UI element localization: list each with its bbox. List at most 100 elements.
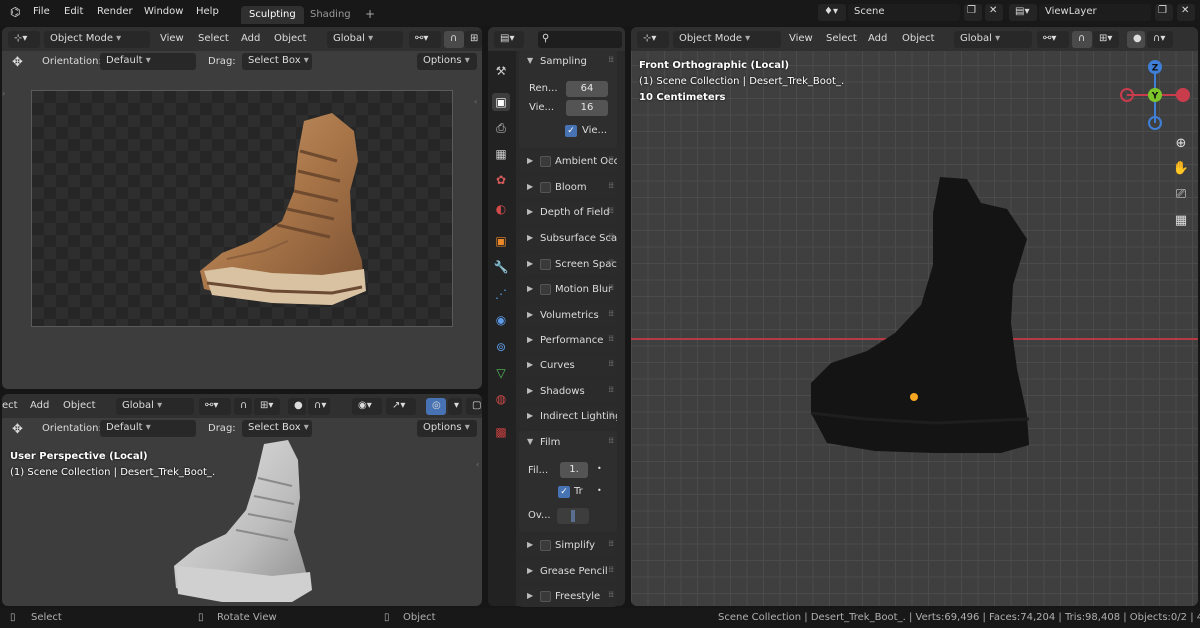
panel-checkbox[interactable]: [540, 591, 551, 602]
panel-row[interactable]: ▶ Simplify ⁞⁞⁞: [519, 535, 617, 556]
origin-point[interactable]: [910, 393, 918, 401]
grip-icon[interactable]: ⁞⁞⁞: [608, 385, 614, 394]
panel-row[interactable]: ▶ Screen Space ⁞⁞⁞: [519, 254, 617, 275]
panel-row[interactable]: ▶ Bloom ⁞⁞⁞: [519, 177, 617, 198]
constraints-tab-icon[interactable]: ⊚: [492, 338, 510, 356]
tab-sculpting[interactable]: Sculpting: [241, 6, 304, 24]
menu-object[interactable]: Object: [63, 400, 96, 411]
chevron-right-icon[interactable]: ▶: [527, 233, 533, 242]
mode-dropdown[interactable]: Object Mode: [673, 31, 781, 48]
chevron-right-icon[interactable]: ▶: [527, 360, 533, 369]
drag-dropdown[interactable]: Select Box: [242, 53, 312, 70]
sidebar-expand-icon[interactable]: ‹: [474, 97, 477, 106]
pivot-icon[interactable]: ⚯▾: [409, 31, 441, 48]
panel-row[interactable]: ▶ Performance ⁞⁞⁞: [519, 330, 617, 351]
physics-tab-icon[interactable]: ◉: [492, 311, 510, 329]
viewport-samples-field[interactable]: 16: [566, 100, 608, 116]
chevron-down-icon[interactable]: ▼: [527, 437, 533, 446]
view-layer-field[interactable]: ViewLayer: [1039, 4, 1151, 21]
new-scene-icon[interactable]: ❐: [964, 4, 982, 21]
grip-icon[interactable]: ⁞⁞⁞: [608, 55, 614, 64]
panel-checkbox[interactable]: [540, 540, 551, 551]
chevron-right-icon[interactable]: ▶: [527, 284, 533, 293]
film-transparent-checkbox[interactable]: ✓: [558, 486, 570, 498]
panel-row[interactable]: ▶ Freestyle ⁞⁞⁞: [519, 586, 617, 607]
snap-target-icon[interactable]: ⊞▾: [254, 398, 280, 415]
chevron-right-icon[interactable]: ▶: [527, 540, 533, 549]
grip-icon[interactable]: ⁞⁞⁞: [608, 565, 614, 574]
grip-icon[interactable]: ⁞⁞⁞: [608, 590, 614, 599]
data-tab-icon[interactable]: ▽: [492, 364, 510, 382]
panel-checkbox[interactable]: [540, 259, 551, 270]
grip-icon[interactable]: ⁞⁞⁞: [608, 283, 614, 292]
panel-film-label[interactable]: Film: [540, 437, 560, 448]
falloff-icon[interactable]: ∩▾: [1147, 31, 1173, 48]
options-dropdown[interactable]: Options: [417, 53, 477, 70]
panel-row[interactable]: ▶ Motion Blur ⁞⁞⁞: [519, 279, 617, 300]
snap-icon[interactable]: ∩: [444, 31, 464, 48]
image-canvas[interactable]: [31, 90, 453, 327]
visibility-icon[interactable]: ◉▾: [352, 398, 382, 415]
options-dropdown[interactable]: Options: [417, 420, 477, 437]
panel-row[interactable]: ▶ Grease Pencil ⁞⁞⁞: [519, 561, 617, 582]
panel-row[interactable]: ▶ Curves ⁞⁞⁞: [519, 355, 617, 376]
panel-checkbox[interactable]: [540, 284, 551, 295]
menu-object[interactable]: Object: [902, 33, 935, 44]
grip-icon[interactable]: ⁞⁞⁞: [608, 309, 614, 318]
transform-orientation-dropdown[interactable]: Global: [954, 31, 1032, 48]
proportional-edit-icon[interactable]: ●: [288, 398, 306, 415]
grip-icon[interactable]: ⁞⁞⁞: [608, 206, 614, 215]
3d-viewport-main[interactable]: ⊹▾ Object Mode View Select Add Object Gl…: [631, 27, 1198, 606]
menu-select[interactable]: Select: [826, 33, 857, 44]
menu-edit[interactable]: Edit: [64, 6, 83, 17]
grip-icon[interactable]: ⁞⁞⁞: [608, 334, 614, 343]
grip-icon[interactable]: ⁞⁞⁞: [608, 155, 614, 164]
grip-icon[interactable]: ⁞⁞⁞: [608, 436, 614, 445]
menu-add[interactable]: Add: [30, 400, 49, 411]
menu-object[interactable]: Object: [274, 33, 307, 44]
sidebar-expand-icon[interactable]: ‹: [476, 460, 479, 469]
toolbar-expand-icon[interactable]: ›: [2, 89, 5, 98]
grip-icon[interactable]: ⁞⁞⁞: [608, 410, 614, 419]
modifier-tab-icon[interactable]: 🔧: [492, 258, 510, 276]
world-tab-icon[interactable]: ◐: [492, 200, 510, 218]
viewport-denoise-checkbox[interactable]: ✓: [565, 125, 577, 137]
xray-icon[interactable]: ▢: [466, 398, 482, 415]
panel-checkbox[interactable]: [540, 156, 551, 167]
scene-tab-icon[interactable]: ✿: [492, 171, 510, 189]
orientation-dropdown[interactable]: Default: [100, 53, 196, 70]
chevron-right-icon[interactable]: ▶: [527, 335, 533, 344]
mode-dropdown[interactable]: Object Mode: [44, 31, 150, 48]
overlays-dropdown-icon[interactable]: ▾: [448, 398, 462, 415]
menu-file[interactable]: File: [33, 6, 50, 17]
scene-name-field[interactable]: Scene: [848, 4, 960, 21]
chevron-right-icon[interactable]: ▶: [527, 566, 533, 575]
grip-icon[interactable]: ⁞⁞⁞: [608, 359, 614, 368]
chevron-right-icon[interactable]: ▶: [527, 259, 533, 268]
navigation-gizmo[interactable]: Z Y: [1115, 55, 1195, 133]
chevron-down-icon[interactable]: ▼: [527, 56, 533, 65]
view-layer-tab-icon[interactable]: ▦: [492, 145, 510, 163]
pivot-icon[interactable]: ⚯▾: [199, 398, 231, 415]
grip-icon[interactable]: ⁞⁞⁞: [608, 181, 614, 190]
tool-tab-icon[interactable]: ⚒: [492, 62, 510, 80]
output-tab-icon[interactable]: ⎙: [492, 119, 510, 137]
panel-sampling-label[interactable]: Sampling: [540, 56, 587, 67]
menu-add[interactable]: Add: [868, 33, 887, 44]
falloff-icon[interactable]: ∩▾: [308, 398, 330, 415]
delete-view-layer-icon[interactable]: ✕: [1177, 4, 1195, 21]
chevron-right-icon[interactable]: ▶: [527, 207, 533, 216]
menu-view[interactable]: View: [789, 33, 813, 44]
material-tab-icon[interactable]: ◍: [492, 390, 510, 408]
zoom-icon[interactable]: ⊕: [1170, 133, 1192, 155]
tab-shading[interactable]: Shading: [302, 6, 359, 24]
menu-window[interactable]: Window: [144, 6, 183, 17]
editor-type-icon[interactable]: ⊹▾: [8, 31, 40, 48]
snap-icon[interactable]: ∩: [234, 398, 252, 415]
panel-row[interactable]: ▶ Indirect Lighting ⁞⁞⁞: [519, 406, 617, 427]
snap-target-icon[interactable]: ⊞: [464, 31, 482, 48]
menu-select[interactable]: Select: [198, 33, 229, 44]
panel-checkbox[interactable]: [540, 182, 551, 193]
menu-select[interactable]: ect: [2, 400, 18, 411]
delete-scene-icon[interactable]: ✕: [985, 4, 1003, 21]
